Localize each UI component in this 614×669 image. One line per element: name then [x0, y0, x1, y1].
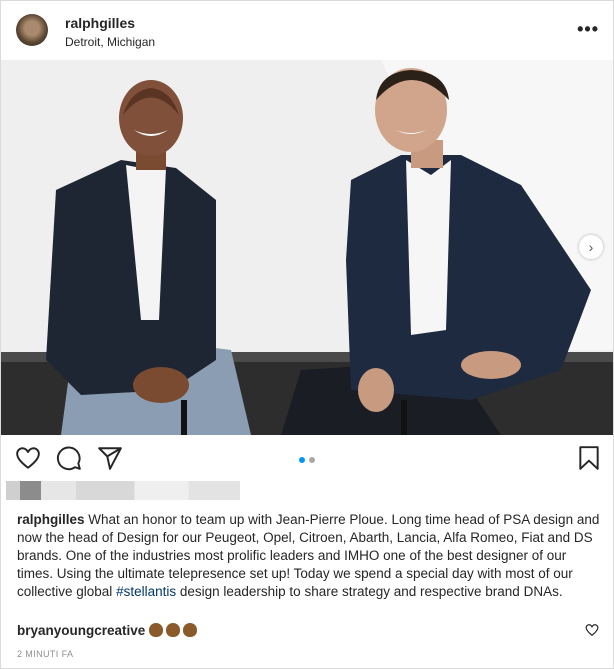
carousel-dot: [309, 457, 315, 463]
carousel-dot-active: [299, 457, 305, 463]
caption-hashtag[interactable]: #stellantis: [116, 584, 176, 599]
heart-icon[interactable]: [15, 445, 41, 471]
more-options-icon[interactable]: •••: [577, 19, 599, 40]
caption-username[interactable]: ralphgilles: [17, 512, 85, 527]
post-header: ralphgilles Detroit, Michigan •••: [1, 1, 613, 60]
comment-icon[interactable]: [56, 445, 82, 471]
action-bar: [1, 435, 613, 479]
photo-scene: [1, 60, 613, 435]
comment-row: bryanyoungcreative: [17, 621, 597, 641]
post-timestamp[interactable]: 2 MINUTI FA: [17, 649, 73, 659]
post-location[interactable]: Detroit, Michigan: [65, 35, 155, 49]
post-photo[interactable]: ›: [1, 60, 613, 435]
comment-like-heart-icon[interactable]: [585, 623, 599, 637]
carousel-indicator: [299, 450, 319, 468]
post-card: ralphgilles Detroit, Michigan ••• › ralp…: [0, 0, 614, 669]
bookmark-icon[interactable]: [576, 445, 602, 471]
chevron-right-icon[interactable]: ›: [579, 235, 603, 259]
share-icon[interactable]: [97, 445, 123, 471]
likes-count-redacted: [6, 481, 240, 500]
post-caption: ralphgilles What an honor to team up wit…: [17, 511, 602, 601]
caption-text-after: design leadership to share strategy and …: [176, 584, 563, 599]
clap-icon: [166, 623, 181, 637]
comment-username[interactable]: bryanyoungcreative: [17, 623, 145, 638]
clap-icon: [183, 623, 198, 637]
post-username[interactable]: ralphgilles: [65, 15, 135, 31]
profile-avatar[interactable]: [16, 14, 48, 46]
comment-emojis: [149, 623, 200, 638]
clap-icon: [149, 623, 164, 637]
